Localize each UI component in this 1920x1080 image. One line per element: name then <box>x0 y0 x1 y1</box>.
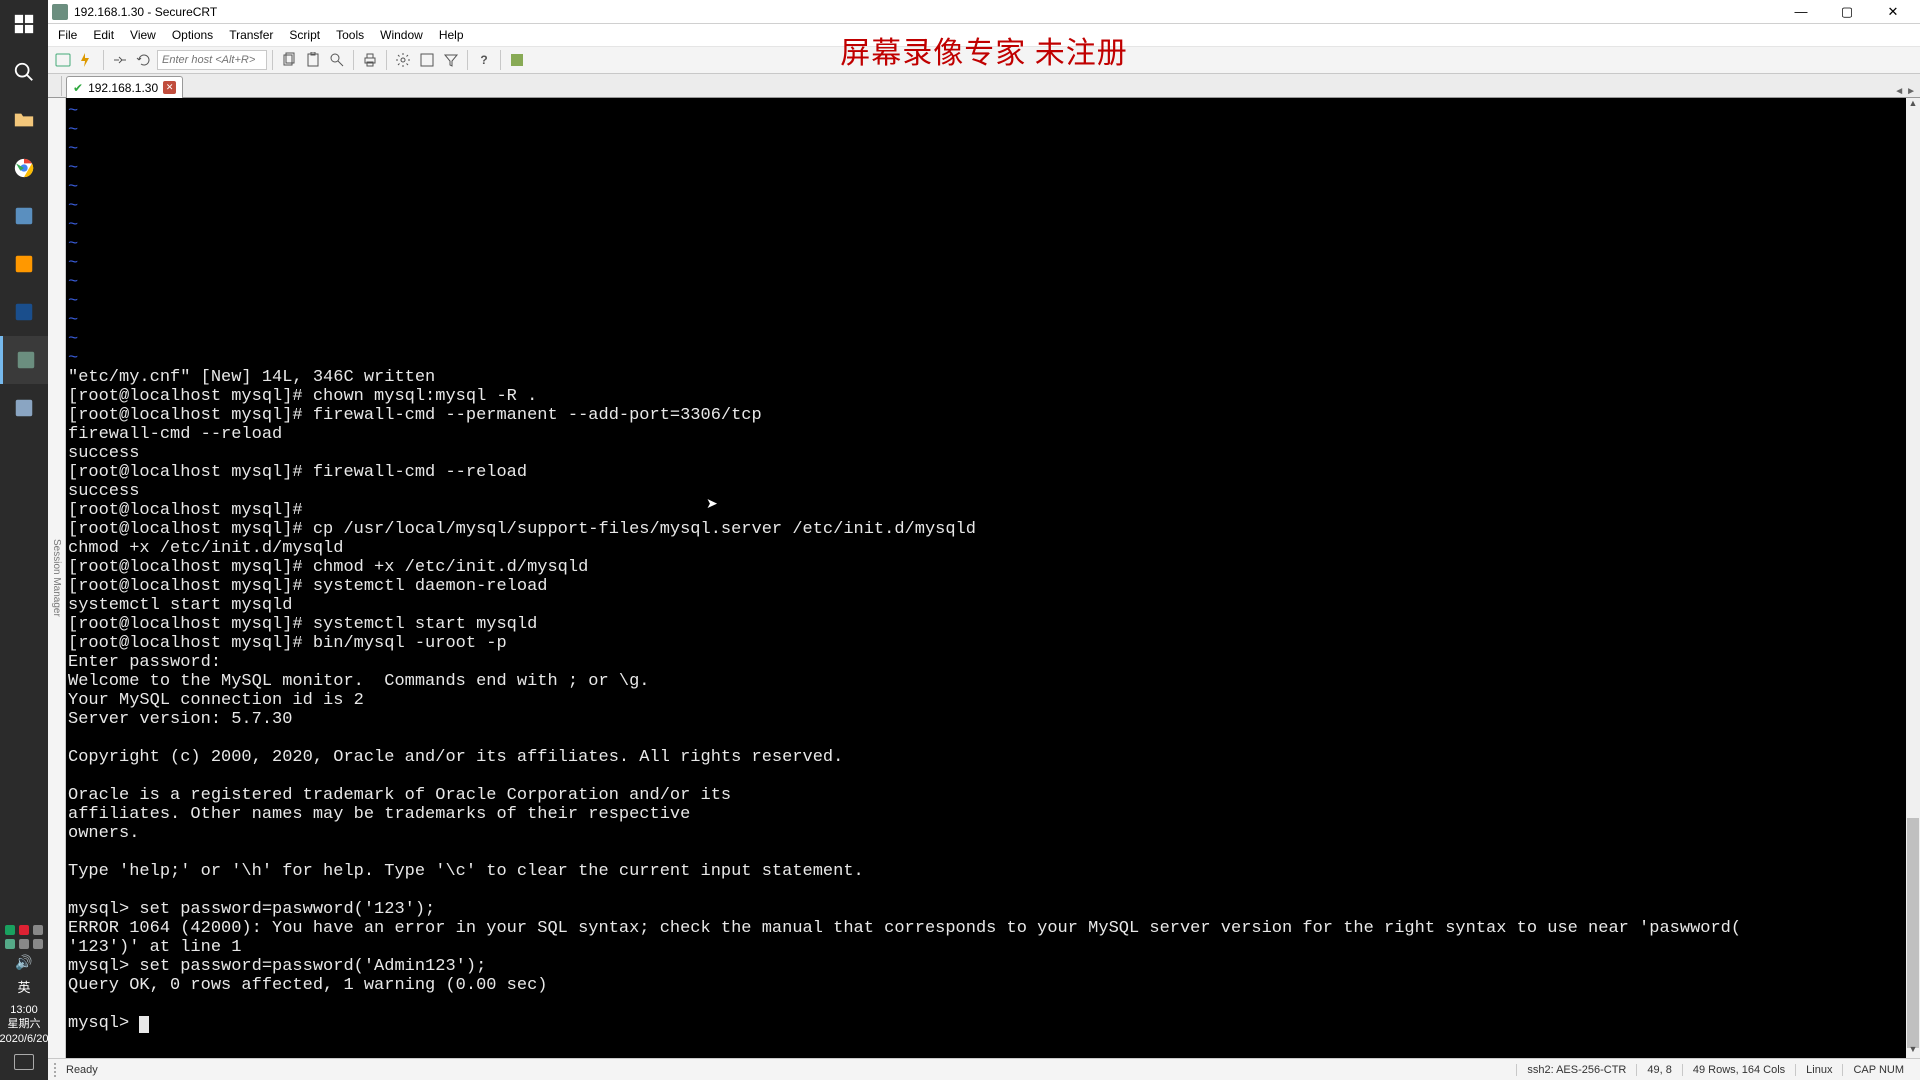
session-tab[interactable]: ✔ 192.168.1.30 ✕ <box>66 76 183 98</box>
start-button[interactable] <box>0 0 48 48</box>
session-options-icon[interactable] <box>416 49 438 71</box>
minimize-button[interactable]: — <box>1778 0 1824 24</box>
menu-transfer[interactable]: Transfer <box>221 26 281 44</box>
close-button[interactable]: ✕ <box>1870 0 1916 24</box>
filter-icon[interactable] <box>440 49 462 71</box>
volume-icon[interactable]: 🔊 <box>15 954 32 971</box>
session-manager-label: Session Manager <box>51 539 62 617</box>
menu-window[interactable]: Window <box>372 26 431 44</box>
maximize-button[interactable]: ▢ <box>1824 0 1870 24</box>
windows-taskbar: 🔊 英 13:00 星期六 2020/6/20 <box>0 0 48 1080</box>
terminal[interactable]: ~ ~ ~ ~ ~ ~ ~ ~ ~ ~ ~ ~ ~ ~ "etc/my.cnf"… <box>66 98 1906 1058</box>
terminal-scrollbar[interactable]: ▲ ▼ <box>1906 98 1920 1058</box>
session-manager-icon[interactable] <box>52 49 74 71</box>
status-ready: Ready <box>66 1064 98 1076</box>
copy-icon[interactable] <box>278 49 300 71</box>
menu-options[interactable]: Options <box>164 26 221 44</box>
tab-grip[interactable] <box>50 76 62 96</box>
tab-scroll-left-icon[interactable]: ◄ <box>1894 86 1904 97</box>
svg-text:?: ? <box>480 53 487 67</box>
status-caps-num: CAP NUM <box>1842 1064 1914 1076</box>
tray-icons-row2[interactable] <box>5 937 43 951</box>
print-icon[interactable] <box>359 49 381 71</box>
menu-file[interactable]: File <box>50 26 85 44</box>
menu-edit[interactable]: Edit <box>85 26 122 44</box>
tray-icons-row1[interactable] <box>5 923 43 937</box>
title-bar: 192.168.1.30 - SecureCRT — ▢ ✕ <box>48 0 1920 24</box>
tab-close-icon[interactable]: ✕ <box>163 81 176 94</box>
taskbar-app-vbox[interactable] <box>0 288 48 336</box>
session-tab-strip: ✔ 192.168.1.30 ✕ ◄ ► <box>48 74 1920 98</box>
taskbar-app-chrome[interactable] <box>0 144 48 192</box>
taskbar-app-explorer[interactable] <box>0 96 48 144</box>
status-cursor-pos: 49, 8 <box>1636 1064 1681 1076</box>
menu-tools[interactable]: Tools <box>328 26 372 44</box>
status-ssh: ssh2: AES-256-CTR <box>1516 1064 1636 1076</box>
host-input[interactable] <box>157 50 267 70</box>
tab-scroll-right-icon[interactable]: ► <box>1906 86 1916 97</box>
taskbar-app-securecrt[interactable] <box>0 336 48 384</box>
tab-status-icon: ✔ <box>73 81 83 95</box>
session-manager-panel[interactable]: Session Manager <box>48 98 66 1058</box>
menu-script[interactable]: Script <box>281 26 328 44</box>
menu-help[interactable]: Help <box>431 26 472 44</box>
scroll-down-icon[interactable]: ▼ <box>1906 1044 1920 1058</box>
toolbar: ? <box>48 46 1920 74</box>
terminal-area[interactable]: ~ ~ ~ ~ ~ ~ ~ ~ ~ ~ ~ ~ ~ ~ "etc/my.cnf"… <box>66 98 1920 1058</box>
toggle-icon[interactable] <box>506 49 528 71</box>
tab-label: 192.168.1.30 <box>88 81 158 95</box>
status-grip <box>54 1063 60 1077</box>
window-title: 192.168.1.30 - SecureCRT <box>74 5 217 19</box>
ime-indicator[interactable]: 英 <box>17 977 30 996</box>
clock-day: 星期六 <box>0 1017 48 1031</box>
scroll-up-icon[interactable]: ▲ <box>1906 98 1920 112</box>
taskbar-app-generic1[interactable] <box>0 192 48 240</box>
find-icon[interactable] <box>326 49 348 71</box>
help-icon[interactable]: ? <box>473 49 495 71</box>
menu-bar: File Edit View Options Transfer Script T… <box>48 24 1920 46</box>
status-bar: Ready ssh2: AES-256-CTR 49, 8 49 Rows, 1… <box>48 1058 1920 1080</box>
search-icon[interactable] <box>0 48 48 96</box>
action-center-icon[interactable] <box>14 1054 34 1070</box>
taskbar-app-sublime[interactable] <box>0 240 48 288</box>
paste-icon[interactable] <box>302 49 324 71</box>
status-term-type: Linux <box>1795 1064 1842 1076</box>
securecrt-window: 192.168.1.30 - SecureCRT — ▢ ✕ File Edit… <box>48 0 1920 1080</box>
menu-view[interactable]: View <box>122 26 164 44</box>
reconnect-icon[interactable] <box>133 49 155 71</box>
taskbar-app-generic2[interactable] <box>0 384 48 432</box>
connect-icon[interactable] <box>109 49 131 71</box>
clock-time: 13:00 <box>0 1003 48 1017</box>
system-tray: 🔊 英 13:00 星期六 2020/6/20 <box>0 923 48 1080</box>
settings-icon[interactable] <box>392 49 414 71</box>
app-icon <box>52 4 68 20</box>
status-size: 49 Rows, 164 Cols <box>1682 1064 1795 1076</box>
clock-date: 2020/6/20 <box>0 1032 48 1046</box>
scroll-thumb[interactable] <box>1907 818 1919 1048</box>
clock[interactable]: 13:00 星期六 2020/6/20 <box>0 1003 48 1046</box>
quick-connect-icon[interactable] <box>76 49 98 71</box>
